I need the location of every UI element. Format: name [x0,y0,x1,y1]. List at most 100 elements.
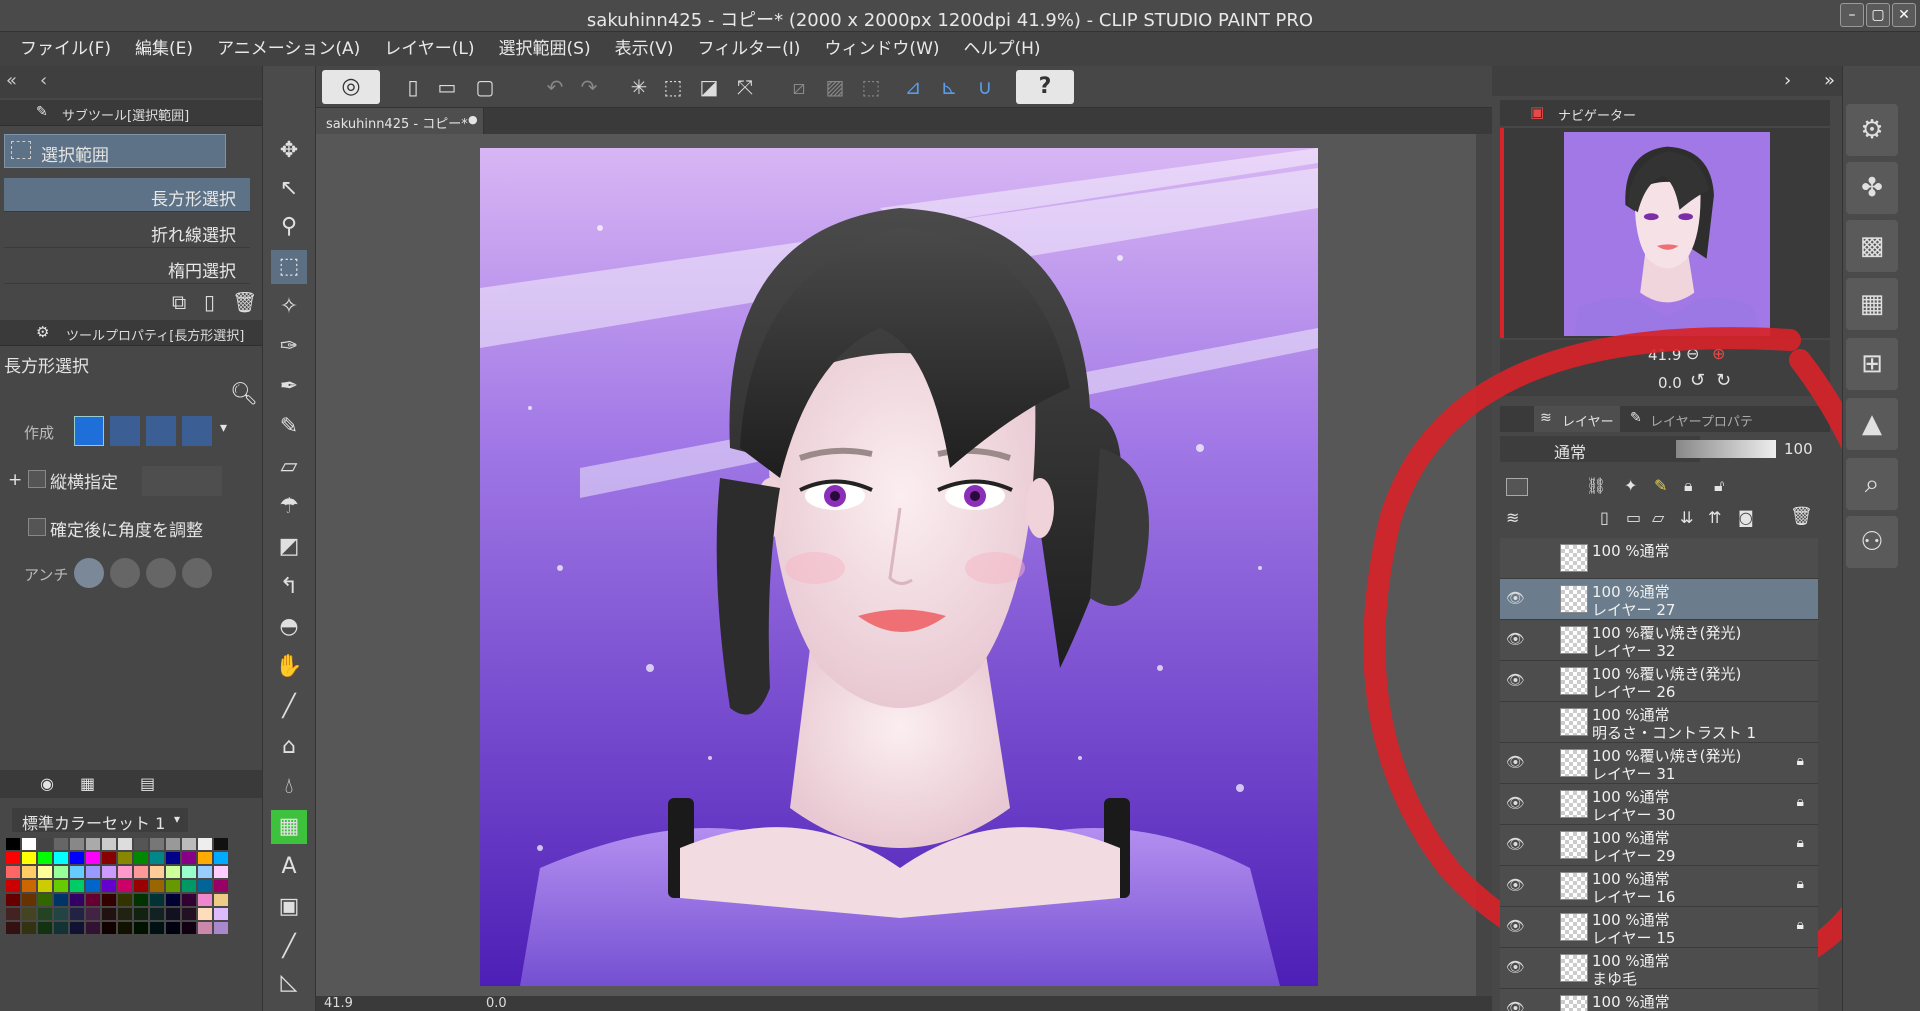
palette-swatch[interactable] [182,866,196,878]
zoom-in-icon[interactable]: ⊕ [1712,344,1725,363]
expand-icon[interactable]: » [1824,70,1835,91]
palette-swatch[interactable] [150,908,164,920]
trash-icon[interactable]: 🗑 [232,290,257,314]
palette-swatch[interactable] [54,908,68,920]
palette-swatch[interactable] [54,922,68,934]
palette-swatch[interactable] [166,866,180,878]
palette-swatch[interactable] [70,894,84,906]
palette-swatch[interactable] [22,852,36,864]
save-icon[interactable]: ▢ [470,72,500,102]
palette-swatch[interactable] [134,922,148,934]
palette-swatch[interactable] [6,880,20,892]
hand-tool-icon[interactable]: ✋ [271,650,307,684]
layer-list-icon[interactable]: ≋ [1506,508,1519,527]
palette-swatch[interactable] [198,922,212,934]
palette-swatch[interactable] [6,908,20,920]
palette-swatch[interactable] [166,908,180,920]
palette-swatch[interactable] [38,838,52,850]
collapse-icon[interactable]: « [6,70,17,91]
palette-swatch[interactable] [134,866,148,878]
antialias-medium[interactable] [146,558,176,588]
menu-file[interactable]: ファイル(F) [8,32,123,66]
zoom-out-icon[interactable]: ⊖ [1686,344,1699,363]
palette-swatch[interactable] [198,908,212,920]
status-zoom-value[interactable]: 41.9 [324,996,353,1011]
palette-swatch[interactable] [22,838,36,850]
palette-swatch[interactable] [118,880,132,892]
line-tool-icon[interactable]: ╱ [271,690,307,724]
eyedropper-tool-icon[interactable]: ✑ [271,330,307,364]
palette-swatch[interactable] [134,880,148,892]
clip-icon[interactable]: ⛓ [1586,476,1606,495]
lock-icon[interactable]: 🔒︎ [1797,876,1804,892]
subtract-selection-button[interactable] [146,416,176,446]
layer-row[interactable]: 100 %通常 [1500,538,1818,579]
layer-row[interactable]: 100 %通常 明るさ・コントラスト 1 [1500,702,1818,743]
triangle-ruler-icon[interactable]: ◺ [271,966,307,1000]
palette-swatch[interactable] [118,852,132,864]
palette-swatch[interactable] [150,838,164,850]
lock-icon[interactable]: 🔒︎ [1797,753,1804,769]
palette-swatch[interactable] [70,852,84,864]
palette-swatch[interactable] [118,922,132,934]
fill-selection-icon[interactable]: ◪ [694,72,724,102]
eye-icon[interactable]: 👁︎ [1506,630,1525,648]
palette-swatch[interactable] [86,922,100,934]
palette-swatch[interactable] [102,894,116,906]
chevron-right-icon[interactable]: › [1784,70,1791,91]
menu-filter[interactable]: フィルター(I) [685,32,812,66]
figure-tool-icon[interactable]: ⌂ [271,730,307,764]
magnifier-icon[interactable]: 🔍︎ [230,382,258,407]
intersect-selection-button[interactable] [182,416,212,446]
clip-studio-icon[interactable]: ◎ [322,70,380,104]
color-palette[interactable] [6,838,236,950]
eraser-tool-icon[interactable]: ▱ [271,450,307,484]
snap-grid-icon[interactable]: ▨ [820,72,850,102]
new-folder-icon[interactable]: ▱ [1652,508,1664,527]
palette-swatch[interactable] [22,922,36,934]
status-rotate-value[interactable]: 0.0 [486,996,507,1011]
palette-swatch[interactable] [70,866,84,878]
layer-color-icon[interactable] [1506,478,1528,496]
frame-tool-icon[interactable]: ▣ [271,890,307,924]
layer-row[interactable]: 👁︎ 100 %覆い焼き(発光) レイヤー 31 🔒︎ [1500,743,1818,784]
drop-tool-icon[interactable]: 💧︎ [271,770,307,804]
minimize-button[interactable]: – [1840,3,1864,27]
select-all-icon[interactable]: ⬚ [658,72,688,102]
layer-row[interactable]: 👁︎ 100 %通常 レイヤー 16 🔒︎ [1500,866,1818,907]
palette-swatch[interactable] [198,866,212,878]
new-selection-button[interactable] [74,416,104,446]
menu-layer[interactable]: レイヤー(L) [372,32,486,66]
palette-swatch[interactable] [198,894,212,906]
brush-tool-icon[interactable]: ✎ [271,410,307,444]
palette-swatch[interactable] [70,922,84,934]
palette-swatch[interactable] [166,838,180,850]
selection-tool-icon[interactable]: ⬚ [271,250,307,284]
lock-icon[interactable]: 🔒︎ [1684,476,1693,496]
search-icon[interactable]: ⌕ [1846,458,1898,510]
palette-swatch[interactable] [86,894,100,906]
color-wheel-icon[interactable]: ◉ [40,774,54,793]
layer-row[interactable]: 👁︎ 100 %通常 レイヤー 15 🔒︎ [1500,907,1818,948]
palette-swatch[interactable] [150,922,164,934]
palette-swatch[interactable] [54,852,68,864]
eye-icon[interactable]: 👁︎ [1506,671,1525,689]
eye-icon[interactable]: 👁︎ [1506,958,1525,976]
help-button[interactable]: ? [1016,70,1074,104]
palette-swatch[interactable] [198,838,212,850]
palette-swatch[interactable] [22,866,36,878]
palette-swatch[interactable] [134,894,148,906]
eye-icon[interactable]: 👁︎ [1506,794,1525,812]
merge-down-icon[interactable]: ⇊ [1680,508,1693,527]
material-icon[interactable]: ⚙ [1846,104,1898,156]
subtool-item-rect[interactable]: 長方形選択 [4,178,250,212]
antialias-strong[interactable] [182,558,212,588]
palette-swatch[interactable] [150,852,164,864]
palette-swatch[interactable] [38,894,52,906]
menu-animation[interactable]: アニメーション(A) [205,32,372,66]
palette-swatch[interactable] [70,838,84,850]
mask-icon[interactable]: ◙ [1738,508,1754,527]
palette-swatch[interactable] [102,922,116,934]
eye-icon[interactable]: 👁︎ [1506,876,1525,894]
layer-row[interactable]: 👁︎ 100 %通常 レイヤー 27 [1500,579,1818,620]
